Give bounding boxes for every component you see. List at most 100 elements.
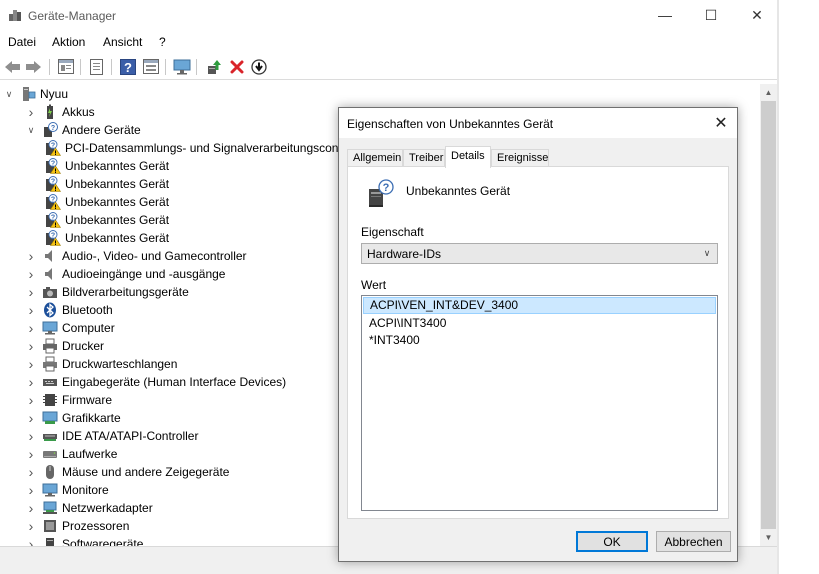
tree-device[interactable]: ? Unbekanntes Gerät [45, 211, 169, 229]
chevron-right-icon[interactable]: › [26, 301, 36, 319]
menu-aktion[interactable]: Aktion [52, 35, 85, 49]
value-item-2[interactable]: *INT3400 [363, 332, 716, 349]
chevron-right-icon[interactable]: › [26, 283, 36, 301]
chevron-right-icon[interactable]: › [26, 427, 36, 445]
tree-item-label: Unbekanntes Gerät [65, 177, 170, 191]
tree-category[interactable]: › Druckwarteschlangen [26, 355, 178, 373]
tab-treiber[interactable]: Treiber [403, 149, 445, 167]
scroll-down-icon[interactable]: ▼ [760, 529, 777, 546]
tree-item-label: Audioeingänge und -ausgänge [62, 267, 226, 281]
chevron-right-icon[interactable]: › [26, 391, 36, 409]
chevron-down-icon[interactable]: ∨ [26, 121, 36, 139]
tree-category[interactable]: ∨? Andere Geräte [26, 121, 141, 139]
menu-help[interactable]: ? [159, 35, 166, 49]
svg-text:?: ? [51, 125, 55, 132]
help-icon[interactable]: ? [118, 57, 137, 76]
chevron-right-icon[interactable]: › [26, 355, 36, 373]
tree-item-label: Prozessoren [62, 519, 130, 533]
update-view-icon[interactable] [141, 57, 160, 76]
menu-ansicht[interactable]: Ansicht [103, 35, 142, 49]
chevron-right-icon[interactable]: › [26, 463, 36, 481]
chevron-right-icon[interactable]: › [26, 409, 36, 427]
chevron-right-icon[interactable]: › [26, 373, 36, 391]
tab-ereignisse[interactable]: Ereignisse [491, 149, 549, 167]
close-button[interactable]: ✕ [734, 0, 780, 30]
svg-text:?: ? [51, 161, 55, 168]
tree-category[interactable]: › Netzwerkadapter [26, 499, 153, 517]
tree-category[interactable]: › Computer [26, 319, 115, 337]
tree-item-label: Mäuse und andere Zeigegeräte [62, 465, 230, 479]
unknown-device-icon: ? [368, 179, 394, 209]
tree-root[interactable]: ∨ Nyuu [4, 85, 68, 103]
value-item-1[interactable]: ACPI\INT3400 [363, 315, 716, 332]
svg-text:?: ? [51, 179, 55, 186]
chevron-down-icon[interactable]: ∨ [700, 246, 714, 261]
value-listbox[interactable]: ACPI\VEN_INT&DEV_3400 ACPI\INT3400 *INT3… [361, 295, 718, 511]
maximize-button[interactable]: ☐ [688, 0, 734, 30]
unknown-device-warning-icon: ? [45, 176, 62, 192]
chevron-down-icon[interactable]: ∨ [4, 85, 14, 103]
monitor-icon [42, 482, 58, 498]
chevron-right-icon[interactable]: › [26, 247, 36, 265]
tree-item-label: Softwaregeräte [62, 537, 144, 546]
tree-device[interactable]: ? PCI-Datensammlungs- und Signalverarbeit… [45, 139, 368, 157]
forward-arrow-icon[interactable] [24, 57, 43, 76]
tree-category[interactable]: › IDE ATA/ATAPI-Controller [26, 427, 199, 445]
tree-device[interactable]: ? Unbekanntes Gerät [45, 157, 169, 175]
tree-category[interactable]: › Bluetooth [26, 301, 113, 319]
tree-item-label: Computer [62, 321, 115, 335]
svg-text:?: ? [383, 182, 390, 194]
ok-button[interactable]: OK [576, 531, 648, 552]
tree-category[interactable]: › Drucker [26, 337, 104, 355]
uninstall-x-icon[interactable] [227, 57, 246, 76]
tree-category[interactable]: › Firmware [26, 391, 112, 409]
chevron-right-icon[interactable]: › [26, 481, 36, 499]
battery-icon [42, 104, 58, 120]
menu-bar: Datei Aktion Ansicht ? [0, 32, 779, 52]
svg-text:?: ? [51, 197, 55, 204]
chevron-right-icon[interactable]: › [26, 265, 36, 283]
tab-allgemein[interactable]: Allgemein [347, 149, 403, 167]
menu-datei[interactable]: Datei [8, 35, 36, 49]
tree-device[interactable]: ? Unbekanntes Gerät [45, 229, 169, 247]
tree-category[interactable]: › Softwaregeräte [26, 535, 143, 546]
tree-scrollbar[interactable]: ▲ ▼ [760, 84, 777, 546]
tab-details[interactable]: Details [445, 146, 491, 168]
back-arrow-icon[interactable] [3, 57, 22, 76]
tree-category[interactable]: › Mäuse und andere Zeigegeräte [26, 463, 230, 481]
network-adapter-icon [42, 500, 58, 516]
minimize-button[interactable]: — [642, 0, 688, 30]
value-item-0[interactable]: ACPI\VEN_INT&DEV_3400 [363, 297, 716, 314]
tree-category[interactable]: › Grafikkarte [26, 409, 121, 427]
scroll-thumb[interactable] [761, 101, 776, 529]
chevron-right-icon[interactable]: › [26, 517, 36, 535]
tree-category[interactable]: › Monitore [26, 481, 109, 499]
driver-update-icon[interactable] [204, 57, 223, 76]
tree-category[interactable]: › Laufwerke [26, 445, 118, 463]
tree-category[interactable]: › Bildverarbeitungsgeräte [26, 283, 189, 301]
download-icon[interactable] [249, 57, 268, 76]
property-select[interactable]: Hardware-IDs ∨ [361, 243, 718, 264]
chevron-right-icon[interactable]: › [26, 103, 36, 121]
chevron-right-icon[interactable]: › [26, 337, 36, 355]
tree-category[interactable]: › Prozessoren [26, 517, 130, 535]
scroll-up-icon[interactable]: ▲ [760, 84, 777, 101]
tree-device[interactable]: ? Unbekanntes Gerät [45, 193, 169, 211]
svg-text:?: ? [51, 143, 55, 150]
tree-category[interactable]: › Akkus [26, 103, 95, 121]
tree-category[interactable]: › Audio-, Video- und Gamecontroller [26, 247, 247, 265]
chevron-right-icon[interactable]: › [26, 319, 36, 337]
document-icon[interactable] [87, 57, 106, 76]
window-border [777, 0, 779, 574]
tree-category[interactable]: › Eingabegeräte (Human Interface Devices) [26, 373, 286, 391]
properties-view-icon[interactable] [56, 57, 75, 76]
property-label: Eigenschaft [361, 225, 424, 239]
monitor-icon[interactable] [172, 57, 191, 76]
chevron-right-icon[interactable]: › [26, 535, 36, 546]
dialog-close-button[interactable]: ✕ [709, 112, 733, 134]
cancel-button[interactable]: Abbrechen [656, 531, 731, 552]
chevron-right-icon[interactable]: › [26, 445, 36, 463]
tree-device[interactable]: ? Unbekanntes Gerät [45, 175, 169, 193]
chevron-right-icon[interactable]: › [26, 499, 36, 517]
tree-category[interactable]: › Audioeingänge und -ausgänge [26, 265, 226, 283]
